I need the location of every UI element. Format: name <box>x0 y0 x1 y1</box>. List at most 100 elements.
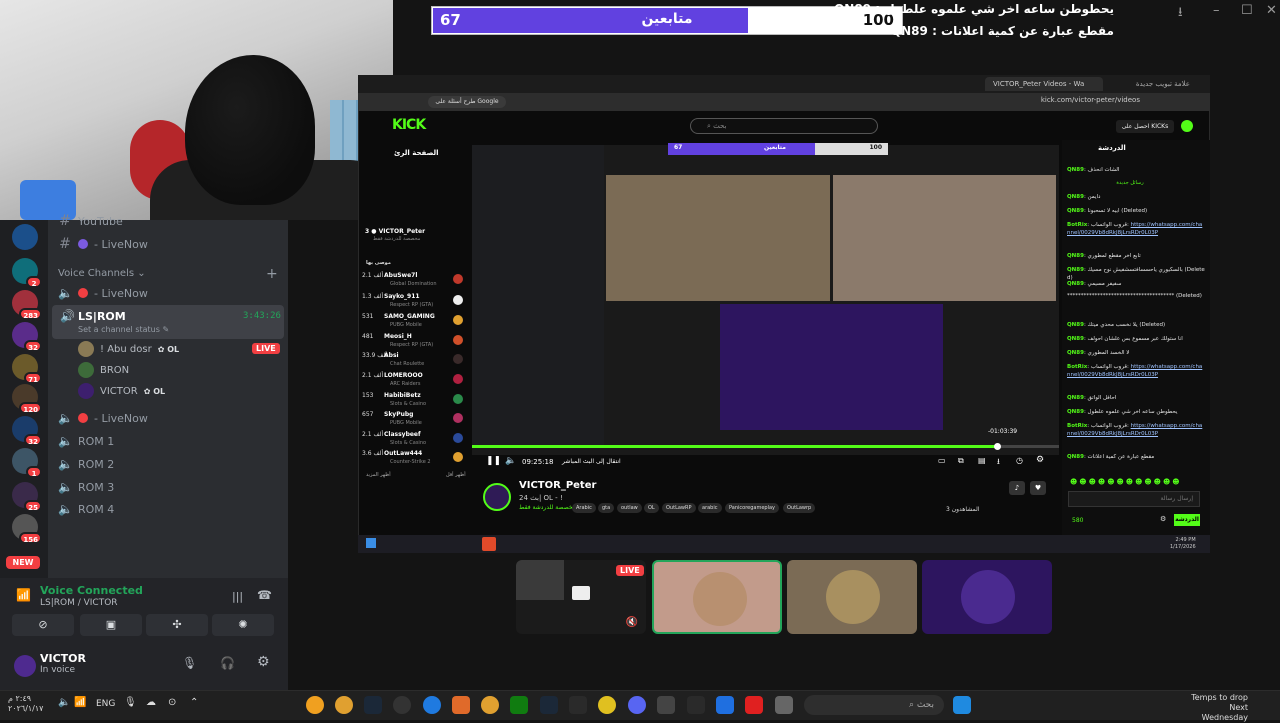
headphones-icon[interactable]: 🎧 <box>220 656 235 670</box>
stream-tag[interactable]: OutLawRP <box>662 503 696 513</box>
recommended-channel[interactable]: 1.3 ألف Sayko_911 Respect RP (GTA) <box>362 293 467 315</box>
noise-suppression-icon[interactable]: ||| <box>232 590 243 603</box>
app-icon[interactable] <box>306 696 324 714</box>
cloud-icon[interactable]: ☁ <box>146 697 156 708</box>
close-icon[interactable]: ✕ <box>1266 3 1277 18</box>
channel-youtube[interactable]: # YouTube <box>58 210 278 232</box>
participant-tile[interactable] <box>922 560 1052 634</box>
recommended-channel[interactable]: 2.1 ألف AbuSwe7l Global Domination <box>362 272 467 294</box>
server-icon[interactable]: 2 <box>12 258 42 288</box>
server-icon[interactable]: 283 <box>12 290 42 320</box>
volume-icon[interactable]: 🔈 <box>58 697 70 708</box>
notification-bell-icon[interactable]: ♪ <box>1009 481 1025 495</box>
steam-icon[interactable] <box>364 696 382 714</box>
seek-bar[interactable] <box>472 445 1059 448</box>
pip-icon[interactable]: ⧉ <box>958 456 964 466</box>
stream-tag[interactable]: OL <box>644 503 659 513</box>
app-icon[interactable] <box>393 696 411 714</box>
profile-avatar-icon[interactable] <box>1181 120 1193 132</box>
settings-gear-icon[interactable]: ⚙ <box>1036 455 1044 465</box>
edge-icon[interactable] <box>423 696 441 714</box>
weather-widget[interactable]: Temps to drop Next Wednesday <box>1186 693 1248 723</box>
discord-icon[interactable] <box>628 696 646 714</box>
chrome-icon[interactable] <box>335 696 353 714</box>
epic-games-icon[interactable] <box>569 696 587 714</box>
server-icon[interactable]: 1 <box>12 448 42 478</box>
recommended-channel[interactable]: 2.1 ألف LOMEROOO ARC Raiders <box>362 372 467 394</box>
voice-channel-livenow[interactable]: 🔈 - LiveNow <box>58 407 278 429</box>
disconnect-icon[interactable]: ☎ <box>257 588 272 602</box>
streamer-name[interactable]: VICTOR_Peter <box>519 480 596 491</box>
download-icon[interactable]: ⭳ <box>1178 3 1183 25</box>
xbox-icon[interactable] <box>510 696 528 714</box>
activities-button[interactable]: ✣ <box>146 614 208 636</box>
bookmark-chip[interactable]: طرح أسئلة على Google <box>428 96 506 108</box>
stream-tag[interactable]: gta <box>598 503 615 513</box>
stream-tag[interactable]: outlaw <box>617 503 642 513</box>
show-less-link[interactable]: أظهر أقل <box>446 472 466 478</box>
show-more-link[interactable]: أظهر المزيد <box>366 472 391 478</box>
taskbar-search[interactable]: ⌕ بحث <box>804 695 944 715</box>
recommended-channel[interactable]: 531 SAMO_GAMING PUBG Mobile <box>362 313 467 335</box>
speed-icon[interactable]: ◷ <box>1016 456 1023 465</box>
recommended-channel[interactable]: 657 SkyPubg PUBG Mobile <box>362 411 467 433</box>
channel-livenow[interactable]: # - LiveNow <box>58 233 278 255</box>
voice-channels-header[interactable]: Voice Channels ⌄ <box>58 268 146 279</box>
channel-points[interactable]: 580 <box>1072 517 1083 524</box>
app-icon[interactable] <box>598 696 616 714</box>
microphone-icon[interactable]: 🎙 <box>182 656 197 670</box>
stream-tag[interactable]: Arabic <box>572 503 596 513</box>
youtube-icon[interactable] <box>745 696 763 714</box>
emote-bar[interactable]: ☻☻☻☻☻☻☻☻☻☻☻☻ <box>1070 478 1182 486</box>
get-kicks-button[interactable]: احصل على KICKs <box>1116 120 1174 133</box>
browser-tab-active[interactable]: VICTOR_Peter Videos - Wa <box>985 77 1103 91</box>
home-link[interactable]: الصفحة الرئ <box>394 149 439 157</box>
epic-games-icon[interactable] <box>687 696 705 714</box>
windows-start-icon[interactable] <box>953 696 971 714</box>
voice-user[interactable]: VICTOR ✿ OL <box>78 381 165 401</box>
server-icon[interactable]: 25 <box>12 482 42 512</box>
voice-channel-rom4[interactable]: 🔈 ROM 4 <box>58 498 278 520</box>
server-icon[interactable] <box>12 224 38 250</box>
voice-channel-rom3[interactable]: 🔈 ROM 3 <box>58 476 278 498</box>
avatar[interactable] <box>14 655 36 677</box>
app-icon[interactable] <box>775 696 793 714</box>
server-icon[interactable]: 32 <box>12 416 42 446</box>
follow-heart-icon[interactable]: ♥ <box>1030 481 1046 495</box>
maximize-icon[interactable]: ☐ <box>1241 3 1253 18</box>
download-icon[interactable]: ⭳ <box>997 456 1000 470</box>
stream-tag[interactable]: Panicoregameplay <box>725 503 780 513</box>
add-channel-icon[interactable]: + <box>266 266 278 282</box>
steam-icon[interactable] <box>540 696 558 714</box>
screen-share-button[interactable]: ▣ <box>80 614 142 636</box>
chevron-up-icon[interactable]: ⌃ <box>190 697 198 708</box>
server-icon[interactable]: 156 <box>12 514 42 544</box>
stream-tag[interactable]: OutLawrp <box>783 503 816 513</box>
url-field[interactable]: kick.com/victor-peter/videos <box>950 96 1140 108</box>
voice-channel-rom2[interactable]: 🔈 ROM 2 <box>58 453 278 475</box>
chat-input[interactable]: إرسال رسالة <box>1068 491 1200 507</box>
participant-tile[interactable] <box>787 560 917 634</box>
voice-user[interactable]: BRON <box>78 360 129 380</box>
kick-search-input[interactable]: ⌕ بحث <box>690 118 878 134</box>
kick-logo[interactable]: KICK <box>392 117 426 133</box>
server-icon[interactable]: 120 <box>12 384 42 414</box>
settings-gear-icon[interactable]: ⚙ <box>257 654 270 670</box>
seek-handle[interactable] <box>994 443 1001 450</box>
chat-settings-icon[interactable]: ⚙ <box>1160 515 1166 523</box>
recommended-channel[interactable]: 33.9 ألف Absi Chat Roulette <box>362 352 467 374</box>
language-indicator[interactable]: ENG <box>96 699 115 709</box>
theater-icon[interactable]: ▭ <box>938 456 946 465</box>
go-live-button[interactable]: انتقال إلى البث المباشر <box>562 458 621 465</box>
voice-location[interactable]: LS|ROM / VICTOR <box>40 598 118 608</box>
microphone-icon[interactable]: 🎙 <box>124 697 137 708</box>
recommended-channel[interactable]: 3.6 ألف OutLaw444 Counter-Strike 2 <box>362 450 467 472</box>
browser-tab[interactable]: علامة تبويب جديدة <box>1120 77 1190 91</box>
taskbar-clock[interactable]: ٢:٤٩ م ٢٠٢٦/١/١٧ <box>8 694 43 714</box>
steam-tray-icon[interactable]: ⊙ <box>168 697 176 708</box>
app-icon[interactable] <box>657 696 675 714</box>
server-icon[interactable]: 32 <box>12 322 42 352</box>
camera-off-button[interactable]: ⊘ <box>12 614 74 636</box>
chrome-icon[interactable] <box>481 696 499 714</box>
channel-status[interactable]: Set a channel status ✎ <box>78 325 169 334</box>
